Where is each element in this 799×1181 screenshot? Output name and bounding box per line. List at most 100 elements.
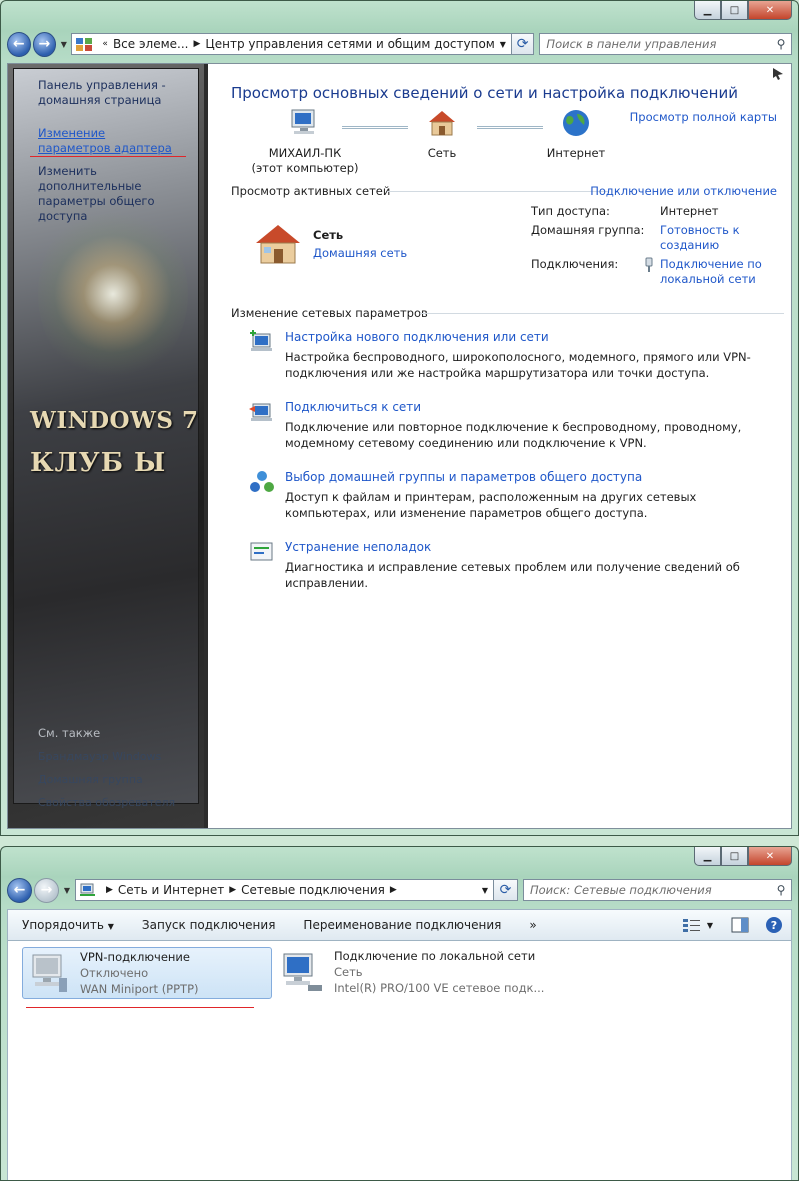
search-icon[interactable]: ⚲ [771, 37, 791, 51]
troubleshoot-link[interactable]: Устранение неполадок [285, 540, 431, 554]
lan-device: Intel(R) PRO/100 VE сетевое подк... [334, 981, 545, 995]
network-type-link[interactable]: Домашняя сеть [313, 246, 407, 261]
network-connections-window: ▁ □ ✕ ← → ▼ ▶ Сеть и Интернет ▶ Сетевые … [0, 846, 799, 1181]
computer-icon [291, 109, 315, 134]
vpn-device: WAN Miniport (PPTP) [80, 982, 199, 996]
navigation-bar: ← → ▼ ▶ Сеть и Интернет ▶ Сетевые подклю… [7, 876, 792, 904]
help-pointer-icon[interactable] [771, 66, 785, 80]
see-also-homegroup[interactable]: Домашняя группа [38, 773, 143, 786]
close-button[interactable]: ✕ [748, 847, 792, 866]
lan-connection-item[interactable]: Подключение по локальной сети Сеть Intel… [278, 947, 578, 999]
back-button[interactable]: ← [7, 877, 32, 903]
connect-network-icon [249, 403, 272, 421]
address-sep: « [102, 39, 108, 49]
search-input[interactable]: Поиск в панели управления [540, 37, 771, 51]
svg-text:?: ? [771, 919, 777, 932]
back-button[interactable]: ← [7, 31, 31, 57]
new-connection-link[interactable]: Настройка нового подключения или сети [285, 330, 549, 344]
access-type-label: Тип доступа: [531, 204, 610, 218]
network-map: МИХАИЛ-ПК (этот компьютер) Сеть Интернет [212, 108, 791, 178]
address-bar[interactable]: « Все элеме... ▶ Центр управления сетями… [71, 33, 512, 55]
preview-pane-icon[interactable] [731, 917, 749, 933]
maximize-button[interactable]: □ [721, 847, 748, 866]
breadcrumb-connections[interactable]: Сетевые подключения [241, 883, 385, 897]
highlight-underline [30, 156, 186, 157]
search-box[interactable]: Поиск в панели управления ⚲ [539, 33, 792, 55]
rename-connection-button[interactable]: Переименование подключения [289, 918, 515, 932]
homegroup-link[interactable]: Готовность к созданию [660, 223, 750, 253]
history-dropdown[interactable]: ▼ [61, 886, 73, 895]
view-options-icon[interactable] [682, 918, 701, 932]
maximize-button[interactable]: □ [721, 1, 748, 20]
see-also-internet-options[interactable]: Свойства обозревателя [38, 796, 175, 809]
highlight-underline [26, 1007, 254, 1008]
lan-name: Подключение по локальной сети [334, 949, 536, 963]
map-network: Сеть [412, 108, 472, 161]
refresh-button[interactable]: ⟳ [511, 33, 535, 55]
task-homegroup: Выбор домашней группы и параметров общег… [249, 470, 781, 522]
breadcrumb-all[interactable]: Все элеме... [113, 37, 189, 51]
home-network-icon [429, 111, 455, 136]
task-connect: Подключиться к сети Подключение или повт… [249, 400, 781, 452]
address-dropdown[interactable]: ▼ [477, 886, 493, 895]
vpn-connection-item[interactable]: VPN-подключение Отключено WAN Miniport (… [22, 947, 272, 999]
forward-button[interactable]: → [34, 877, 59, 903]
search-icon[interactable]: ⚲ [771, 883, 791, 897]
see-also-label: См. также [38, 726, 101, 740]
more-commands-button[interactable]: » [515, 918, 550, 932]
address-sep: ▶ [106, 885, 113, 895]
breadcrumb-network-internet[interactable]: Сеть и Интернет [118, 883, 224, 897]
connect-network-link[interactable]: Подключиться к сети [285, 400, 421, 414]
network-center-window: ▁ □ ✕ ← → ▼ « Все элеме... ▶ Центр управ… [0, 0, 799, 836]
connections-label: Подключения: [531, 257, 619, 271]
lan-status: Сеть [334, 965, 363, 979]
troubleshoot-icon [250, 542, 273, 561]
new-connection-icon [250, 330, 272, 351]
troubleshoot-desc: Диагностика и исправление сетевых пробле… [285, 560, 740, 590]
breadcrumb-network-center[interactable]: Центр управления сетями и общим доступом [205, 37, 494, 51]
refresh-button[interactable]: ⟳ [494, 879, 518, 901]
connect-disconnect-link[interactable]: Подключение или отключение [590, 184, 777, 198]
close-button[interactable]: ✕ [748, 1, 792, 20]
minimize-button[interactable]: ▁ [694, 1, 721, 20]
forward-button[interactable]: → [32, 31, 57, 57]
search-input[interactable]: Поиск: Сетевые подключения [524, 883, 771, 897]
connections-list: VPN-подключение Отключено WAN Miniport (… [7, 941, 792, 1180]
home-network-large-icon [256, 225, 300, 264]
homegroup-link-task[interactable]: Выбор домашней группы и параметров общег… [285, 470, 642, 484]
see-also-firewall[interactable]: Брандмауэр Windows [38, 750, 161, 763]
history-dropdown[interactable]: ▼ [58, 40, 69, 49]
homegroup-desc: Доступ к файлам и принтерам, расположенн… [285, 490, 697, 520]
minimize-button[interactable]: ▁ [694, 847, 721, 866]
network-folder-icon [80, 883, 95, 896]
address-sep: ▶ [229, 885, 237, 895]
change-adapter-link[interactable]: Изменение параметров адаптера [38, 126, 178, 156]
watermark-line1: WINDOWS 7 [30, 407, 199, 434]
start-connection-button[interactable]: Запуск подключения [128, 918, 290, 932]
change-settings-header: Изменение сетевых параметров [231, 306, 428, 320]
address-dropdown[interactable]: ▼ [495, 40, 511, 49]
homegroup-label: Домашняя группа: [531, 223, 645, 237]
caption-buttons: ▁ □ ✕ [694, 1, 792, 20]
help-icon[interactable]: ? [765, 916, 783, 934]
ethernet-plug-icon [645, 257, 653, 272]
active-networks-header: Просмотр активных сетей [231, 184, 391, 198]
organize-button[interactable]: Упорядочить ▼ [8, 918, 128, 932]
change-sharing-link[interactable]: Изменить дополнительные параметры общего… [38, 164, 200, 224]
view-dropdown-icon[interactable]: ▼ [707, 921, 713, 930]
home-link[interactable]: Панель управления - домашняя страница [38, 78, 178, 108]
view-controls: ▼ ? [682, 916, 791, 934]
map-computer: МИХАИЛ-ПК (этот компьютер) [250, 108, 360, 176]
main-pane: Просмотр основных сведений о сети и наст… [212, 64, 791, 828]
active-network-name: Сеть [313, 228, 344, 242]
address-sep: ▶ [193, 39, 201, 49]
globe-icon [563, 110, 589, 136]
local-connection-link[interactable]: Подключение по локальной сети [660, 257, 770, 287]
left-pane: Панель управления - домашняя страница Из… [8, 64, 208, 828]
search-box[interactable]: Поиск: Сетевые подключения ⚲ [523, 879, 792, 901]
address-bar[interactable]: ▶ Сеть и Интернет ▶ Сетевые подключения … [75, 879, 494, 901]
network-label: Сеть [427, 146, 457, 160]
window-content: Панель управления - домашняя страница Из… [7, 63, 792, 829]
map-internet: Интернет [544, 108, 608, 161]
caption-buttons: ▁ □ ✕ [694, 847, 792, 866]
